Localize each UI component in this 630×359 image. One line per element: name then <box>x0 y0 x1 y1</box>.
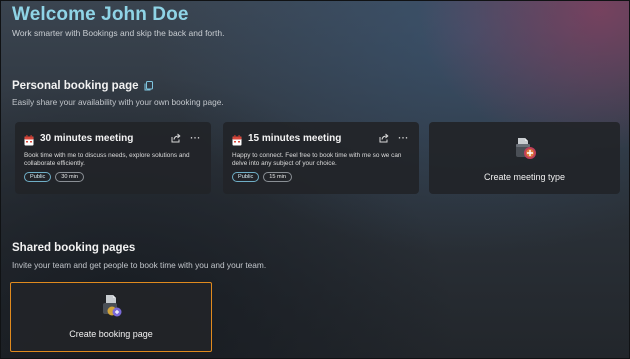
meeting-title: 15 minutes meeting <box>248 132 342 144</box>
meeting-card-header: 30 minutes meeting ··· <box>24 131 203 145</box>
personal-section-title: Personal booking page <box>12 80 153 92</box>
create-meeting-type-card[interactable]: Create meeting type <box>429 122 620 194</box>
meeting-description: Book time with me to discuss needs, expl… <box>24 152 190 168</box>
create-meeting-type-icon <box>512 134 538 165</box>
meeting-badges: Public 15 min <box>232 172 411 183</box>
shared-section-title: Shared booking pages <box>12 242 136 254</box>
meeting-card-header: 15 minutes meeting ··· <box>232 131 411 145</box>
more-options-icon[interactable]: ··· <box>190 133 201 144</box>
welcome-subtitle: Work smarter with Bookings and skip the … <box>12 28 225 38</box>
share-icon[interactable] <box>170 133 181 144</box>
create-booking-page-icon <box>98 292 124 323</box>
personal-section-label: Personal booking page <box>12 80 139 92</box>
create-meeting-type-label: Create meeting type <box>483 172 566 182</box>
meeting-card-30[interactable]: 30 minutes meeting ··· Book time with me… <box>15 122 211 194</box>
calendar-icon <box>24 133 34 145</box>
welcome-title: Welcome John Doe <box>12 4 189 25</box>
more-options-icon[interactable]: ··· <box>398 133 409 144</box>
create-booking-page-label: Create booking page <box>69 329 153 339</box>
duration-badge: 30 min <box>55 172 85 183</box>
meeting-description: Happy to connect. Feel free to book time… <box>232 152 402 168</box>
shared-section-subtitle: Invite your team and get people to book … <box>12 260 267 270</box>
meeting-card-15[interactable]: 15 minutes meeting ··· Happy to connect.… <box>223 122 419 194</box>
personal-section-subtitle: Easily share your availability with your… <box>12 97 224 107</box>
meeting-badges: Public 30 min <box>24 172 203 183</box>
calendar-icon <box>232 133 242 145</box>
visibility-badge: Public <box>232 172 260 183</box>
duration-badge: 15 min <box>263 172 293 183</box>
visibility-badge: Public <box>24 172 52 183</box>
share-icon[interactable] <box>378 133 389 144</box>
create-booking-page-card[interactable]: Create booking page <box>10 282 212 352</box>
copy-link-icon[interactable] <box>144 81 153 91</box>
meeting-title: 30 minutes meeting <box>40 132 134 144</box>
